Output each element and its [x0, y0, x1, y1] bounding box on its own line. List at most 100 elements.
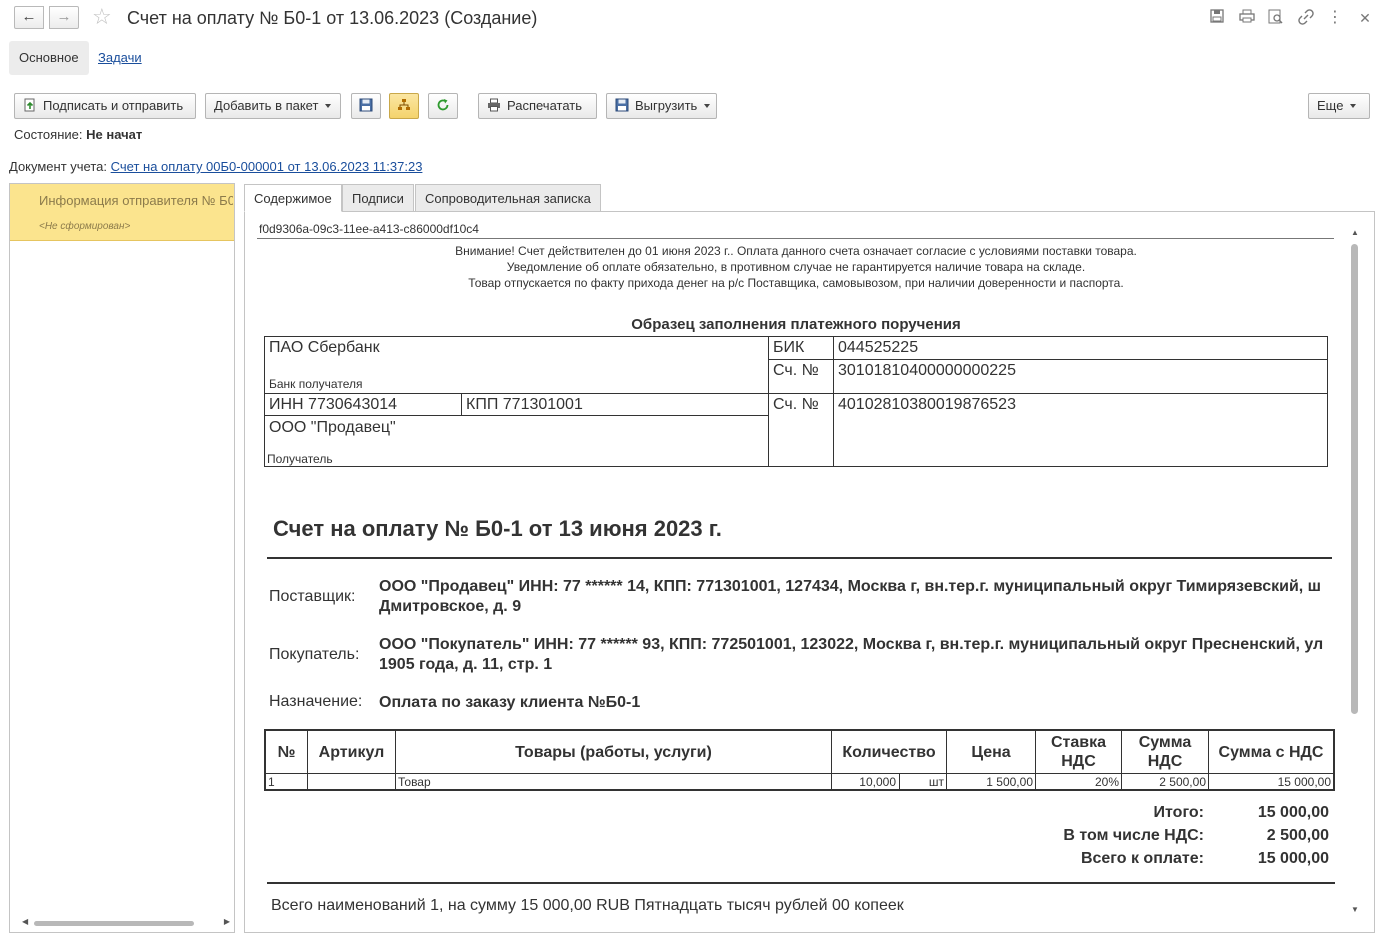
vat-total-label: В том числе НДС: — [1063, 827, 1204, 844]
vat-total-value: 2 500,00 — [1266, 827, 1329, 844]
bank-caption: Банк получателя — [269, 377, 363, 391]
document-guid: f0d9306a-09c3-11ee-a413-c86000df10c4 — [257, 221, 1334, 239]
state-line: Состояние: Не начат — [14, 127, 142, 142]
scroll-up-icon[interactable]: ▲ — [1351, 228, 1359, 237]
list-item[interactable]: Информация отправителя № Б0-1 <Не сформи… — [10, 184, 234, 241]
col-vat-sum-header: Сумма НДС — [1138, 734, 1192, 770]
cell-name: Товар — [398, 775, 431, 789]
save-icon[interactable] — [1208, 9, 1226, 27]
summary-line: Всего наименований 1, на сумму 15 000,00… — [271, 897, 904, 914]
cell-price: 1 500,00 — [986, 775, 1033, 789]
total-label: Итого: — [1153, 804, 1204, 821]
export-icon — [615, 96, 629, 112]
section-tasks[interactable]: Задачи — [88, 41, 152, 75]
col-num-header: № — [277, 743, 296, 761]
more-button[interactable]: Еще — [1308, 93, 1370, 119]
sign-send-button[interactable]: Подписать и отправить — [14, 93, 196, 119]
tab-cover-note[interactable]: Сопроводительная записка — [415, 184, 601, 212]
title-bar: ← → ☆ Счет на оплату № Б0-1 от 13.06.202… — [0, 0, 1393, 38]
state-label: Состояние: — [14, 127, 83, 142]
col-total-header: Сумма с НДС — [1218, 743, 1324, 761]
chevron-down-icon — [325, 104, 332, 108]
col-vat-rate-header: Ставка НДС — [1050, 734, 1107, 770]
horizontal-scrollbar[interactable]: ◀ ▶ — [22, 917, 230, 927]
account-value: 40102810380019876523 — [838, 396, 1016, 413]
purpose-label: Назначение: — [269, 693, 363, 710]
invoice-title: Счет на оплату № Б0-1 от 13 июня 2023 г. — [273, 516, 722, 541]
export-button[interactable]: Выгрузить — [606, 93, 717, 119]
more-vertical-icon[interactable]: ⋮ — [1326, 9, 1344, 27]
bik-label: БИК — [773, 339, 805, 356]
save-doc-button[interactable] — [351, 93, 381, 119]
accounting-doc-label: Документ учета: — [9, 159, 108, 174]
cell-qty: 10,000 — [859, 775, 896, 789]
refresh-icon — [436, 96, 450, 111]
buyer-label: Покупатель: — [269, 646, 360, 663]
col-qty-header: Количество — [842, 743, 936, 761]
back-button[interactable]: ← — [14, 6, 44, 29]
export-label: Выгрузить — [635, 98, 698, 113]
tab-signatures[interactable]: Подписи — [342, 184, 414, 212]
print-button[interactable]: Распечатать — [478, 93, 597, 119]
more-label: Еще — [1317, 98, 1344, 113]
print-label: Распечатать — [507, 98, 583, 113]
add-to-package-button[interactable]: Добавить в пакет — [205, 93, 341, 119]
structure-button[interactable] — [389, 93, 419, 119]
add-to-package-label: Добавить в пакет — [214, 98, 319, 113]
amount-due-label: Всего к оплате: — [1080, 850, 1204, 867]
payment-sample-title: Образец заполнения платежного поручения — [631, 316, 961, 333]
notice-line: Внимание! Счет действителен до 01 июня 2… — [455, 244, 1137, 258]
state-value: Не начат — [86, 127, 143, 142]
scroll-down-icon[interactable]: ▼ — [1351, 905, 1359, 914]
kpp-value: КПП 771301001 — [466, 396, 583, 413]
recipient-name: ООО "Продавец" — [269, 419, 396, 436]
supplier-value: ООО "Продавец" ИНН: 77 ****** 14, КПП: 7… — [379, 578, 1321, 615]
printer-icon — [487, 96, 501, 112]
sign-send-label: Подписать и отправить — [43, 98, 184, 113]
link-icon[interactable] — [1297, 9, 1315, 27]
cell-vat-rate: 20% — [1094, 775, 1119, 789]
scroll-thumb[interactable] — [1351, 244, 1358, 714]
cell-unit: шт — [928, 775, 944, 789]
corr-account-value: 30101810400000000225 — [838, 362, 1016, 379]
col-article-header: Артикул — [318, 743, 385, 761]
list-item-status: <Не сформирован> — [39, 221, 131, 232]
preview-icon[interactable] — [1267, 9, 1285, 27]
scroll-left-icon[interactable]: ◀ — [22, 917, 28, 926]
bik-value: 044525225 — [838, 339, 919, 356]
close-icon[interactable]: ✕ — [1356, 9, 1374, 27]
bank-name: ПАО Сбербанк — [269, 339, 380, 356]
arrow-right-icon: → — [56, 8, 72, 25]
amount-due-value: 15 000,00 — [1257, 850, 1329, 867]
summary-rule — [267, 882, 1335, 884]
scroll-thumb[interactable] — [34, 921, 194, 926]
goods-table: № Артикул Товары (работы, услуги) Количе… — [264, 729, 1335, 791]
documents-list: Информация отправителя № Б0-1 <Не сформи… — [9, 183, 235, 933]
purpose-value: Оплата по заказу клиента №Б0-1 — [379, 694, 641, 711]
scroll-right-icon[interactable]: ▶ — [224, 917, 230, 926]
cell-total: 15 000,00 — [1277, 775, 1331, 789]
forward-button[interactable]: → — [49, 6, 79, 29]
print-icon[interactable] — [1238, 9, 1256, 27]
accounting-doc-line: Документ учета: Счет на оплату 00Б0-0000… — [9, 159, 422, 174]
account-label: Сч. № — [773, 396, 819, 413]
notice-line: Уведомление об оплате обязательно, в про… — [506, 260, 1086, 274]
chevron-down-icon — [1350, 104, 1357, 108]
sign-send-icon — [23, 96, 37, 112]
tab-content[interactable]: Содержимое — [244, 184, 342, 212]
supplier-label: Поставщик: — [269, 588, 356, 605]
refresh-button[interactable] — [428, 93, 458, 119]
total-value: 15 000,00 — [1257, 804, 1329, 821]
hierarchy-icon — [397, 96, 411, 110]
vertical-scrollbar[interactable]: ▲ ▼ — [1349, 228, 1361, 918]
title-rule — [267, 557, 1332, 559]
section-main[interactable]: Основное — [9, 41, 89, 75]
accounting-doc-link[interactable]: Счет на оплату 00Б0-000001 от 13.06.2023… — [111, 159, 423, 174]
corr-account-label: Сч. № — [773, 362, 819, 379]
notice-block: Внимание! Счет действителен до 01 июня 2… — [256, 243, 1336, 291]
col-price-header: Цена — [971, 743, 1011, 761]
floppy-icon — [359, 96, 373, 112]
favorite-star-icon[interactable]: ☆ — [92, 4, 112, 30]
chevron-down-icon — [704, 104, 711, 108]
arrow-left-icon: ← — [21, 8, 37, 25]
